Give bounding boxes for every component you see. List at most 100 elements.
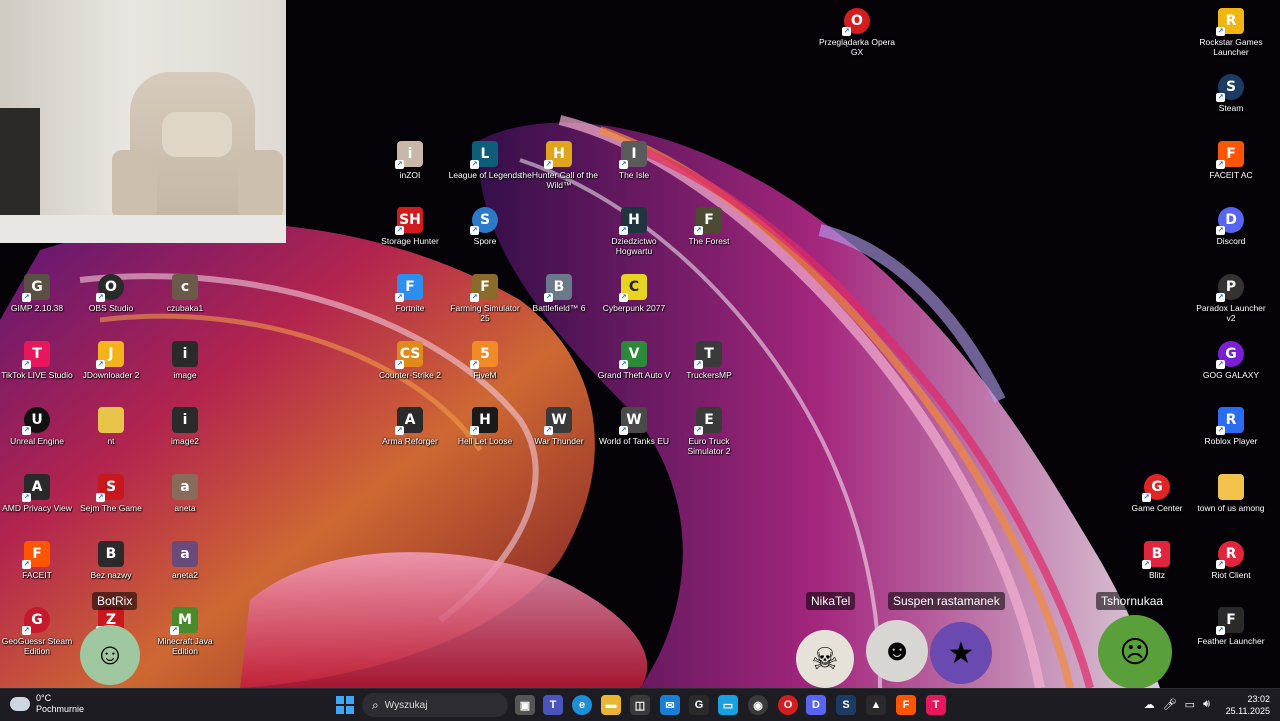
- steam-taskbar-icon[interactable]: S: [836, 695, 856, 715]
- desktop-icon-hogwarts[interactable]: H ↗ Dziedzictwo Hogwartu: [597, 203, 671, 265]
- desktop-icon-riot[interactable]: R ↗ Riot Client: [1194, 537, 1268, 599]
- taskbar-clock[interactable]: 23:02 25.11.2025: [1226, 693, 1270, 717]
- faceit-taskbar-icon[interactable]: F: [896, 695, 916, 715]
- minecraft-icon: M ↗: [170, 607, 198, 635]
- desktop-icon-gimp[interactable]: G ↗ GIMP 2.10.38: [0, 270, 74, 332]
- taskbar-search[interactable]: ⌕ Wyszukaj: [362, 693, 508, 717]
- desktop-icon-world-of-tanks[interactable]: W ↗ World of Tanks EU: [597, 403, 671, 465]
- desktop-icon-truckersmp[interactable]: T ↗ TruckersMP: [672, 337, 746, 399]
- desktop-icon-blitz[interactable]: B ↗ Blitz: [1120, 537, 1194, 599]
- desktop-icon-bez-nazwy[interactable]: B Bez nazwy: [74, 537, 148, 599]
- obs-taskbar-icon[interactable]: ◉: [748, 695, 768, 715]
- desktop-icon-rockstar[interactable]: R ↗ Rockstar Games Launcher: [1194, 4, 1268, 66]
- desktop-icon-the-forest[interactable]: F ↗ The Forest: [672, 203, 746, 265]
- desktop-icon-cyberpunk[interactable]: C ↗ Cyberpunk 2077: [597, 270, 671, 332]
- desktop-icon-cs2[interactable]: CS ↗ Counter-Strike 2: [373, 337, 447, 399]
- discord-taskbar-icon[interactable]: D: [806, 695, 826, 715]
- shortcut-arrow-icon: ↗: [619, 426, 628, 435]
- truckersmp-icon: T ↗: [694, 341, 722, 369]
- roblox-icon: R ↗: [1216, 407, 1244, 435]
- shortcut-arrow-icon: ↗: [395, 293, 404, 302]
- jdownloader-icon: J ↗: [96, 341, 124, 369]
- desktop-icon-arma[interactable]: A ↗ Arma Reforger: [373, 403, 447, 465]
- desktop-icon-spore[interactable]: S ↗ Spore: [448, 203, 522, 265]
- edge-icon[interactable]: e: [572, 695, 592, 715]
- desktop-icon-opera-gx[interactable]: O ↗ Przeglądarka Opera GX: [819, 4, 895, 66]
- teams-icon[interactable]: T: [543, 695, 563, 715]
- desktop-icon-czubaka1[interactable]: c czubaka1: [148, 270, 222, 332]
- gaming-app-icon[interactable]: G: [689, 695, 709, 715]
- discord-icon: D ↗: [1216, 207, 1244, 235]
- desktop-icon-battlefield[interactable]: B ↗ Battlefield™ 6: [522, 270, 596, 332]
- windows-logo-tile: [336, 706, 344, 714]
- desktop-icon-aneta[interactable]: a aneta: [148, 470, 222, 532]
- shortcut-arrow-icon: ↗: [1216, 160, 1225, 169]
- shortcut-arrow-icon: ↗: [96, 493, 105, 502]
- desktop-icon-faceit[interactable]: F ↗ FACEIT: [0, 537, 74, 599]
- desktop-icon-inzoi[interactable]: i ↗ inZOI: [373, 137, 447, 199]
- desktop-icon-minecraft[interactable]: M ↗ Minecraft Java Edition: [148, 603, 222, 665]
- desktop-icon-jdownloader[interactable]: J ↗ JDownloader 2: [74, 337, 148, 399]
- desktop-icon-steam[interactable]: S ↗ Steam: [1194, 70, 1268, 132]
- mail-icon[interactable]: ✉: [660, 695, 680, 715]
- desktop-icon-aneta2[interactable]: a aneta2: [148, 537, 222, 599]
- webcam-chair-arm-right: [238, 150, 283, 220]
- desktop-icon-geoguessr[interactable]: G ↗ GeoGuessr Steam Edition: [0, 603, 74, 665]
- webcam-door: [0, 108, 40, 228]
- clock-time: 23:02: [1247, 694, 1270, 704]
- desktop-icon-storage-hunter[interactable]: SH ↗ Storage Hunter: [373, 203, 447, 265]
- desktop-icon-the-isle[interactable]: I ↗ The Isle: [597, 137, 671, 199]
- volume-icon[interactable]: 🔊︎: [1203, 698, 1210, 711]
- sejm-game-icon: S ↗: [96, 474, 124, 502]
- desktop-icon-faceit-ac[interactable]: F ↗ FACEIT AC: [1194, 137, 1268, 199]
- desktop-icon-image[interactable]: i image: [148, 337, 222, 399]
- desktop-icon-fortnite[interactable]: F ↗ Fortnite: [373, 270, 447, 332]
- desktop-icon-paradox[interactable]: P ↗ Paradox Launcher v2: [1194, 270, 1268, 332]
- desktop-icon-gog[interactable]: G ↗ GOG GALAXY: [1194, 337, 1268, 399]
- stream-viewer-name-botrix: BotRix: [92, 592, 138, 610]
- desktop-icon-obs[interactable]: O ↗ OBS Studio: [74, 270, 148, 332]
- desktop-icon-town-of-us[interactable]: town of us among: [1194, 470, 1268, 532]
- shortcut-arrow-icon: ↗: [1216, 626, 1225, 635]
- desktop-icon-game-center[interactable]: G ↗ Game Center: [1120, 470, 1194, 532]
- microphone-icon[interactable]: 🎤︎: [1163, 698, 1177, 711]
- desktop-icon-gta-v[interactable]: V ↗ Grand Theft Auto V: [597, 337, 671, 399]
- shortcut-arrow-icon: ↗: [1142, 560, 1151, 569]
- desktop-icon-ets2[interactable]: E ↗ Euro Truck Simulator 2: [672, 403, 746, 465]
- app-window-icon[interactable]: ▭: [718, 695, 738, 715]
- sheep-avatar: ☻: [866, 620, 928, 682]
- desktop-icon-discord[interactable]: D ↗ Discord: [1194, 203, 1268, 265]
- desktop-icon-nt[interactable]: nt: [74, 403, 148, 465]
- file-explorer-icon[interactable]: ▬: [601, 695, 621, 715]
- image-file-icon: i: [172, 341, 198, 367]
- desktop-icon-feather[interactable]: F ↗ Feather Launcher: [1194, 603, 1268, 665]
- desktop-icon-sejm[interactable]: S ↗ Sejm The Game: [74, 470, 148, 532]
- desktop-icon-thehunter[interactable]: H ↗ theHunter Call of the Wild™: [520, 137, 598, 199]
- desktop-icon-image2[interactable]: i image2: [148, 403, 222, 465]
- unreal-engine-icon: U ↗: [22, 407, 50, 435]
- desktop-icon-amd-privacy[interactable]: A ↗ AMD Privacy View: [0, 470, 74, 532]
- paradox-icon: P ↗: [1216, 274, 1244, 302]
- desktop-icon-fivem[interactable]: 5 ↗ FiveM: [448, 337, 522, 399]
- start-button[interactable]: [336, 696, 354, 714]
- opera-gx-taskbar-icon[interactable]: O: [778, 695, 798, 715]
- app-taskbar-icon[interactable]: ▲: [866, 695, 886, 715]
- desktop-icon-hell-let-loose[interactable]: H ↗ Hell Let Loose: [448, 403, 522, 465]
- weather-widget[interactable]: 0°C Pochmurnie: [10, 693, 84, 715]
- desktop-icon-roblox[interactable]: R ↗ Roblox Player: [1194, 403, 1268, 465]
- cloud-sync-icon[interactable]: ☁: [1144, 698, 1155, 711]
- shortcut-arrow-icon: ↗: [96, 293, 105, 302]
- desktop-icon-unreal[interactable]: U ↗ Unreal Engine: [0, 403, 74, 465]
- desktop-icon-farming-sim[interactable]: F ↗ Farming Simulator 25: [448, 270, 522, 332]
- shortcut-arrow-icon: ↗: [22, 493, 31, 502]
- folder-icon: [98, 407, 124, 433]
- shortcut-arrow-icon: ↗: [619, 293, 628, 302]
- display-icon[interactable]: ▭: [1185, 698, 1195, 711]
- microsoft-store-icon[interactable]: ◫: [630, 695, 650, 715]
- tiktok-taskbar-icon[interactable]: T: [926, 695, 946, 715]
- desktop-icon-war-thunder[interactable]: W ↗ War Thunder: [522, 403, 596, 465]
- desktop-icon-league[interactable]: L ↗ League of Legends: [448, 137, 522, 199]
- desktop-icon-tiktok-live[interactable]: T ↗ TikTok LIVE Studio: [0, 337, 74, 399]
- geoguessr-icon: G ↗: [22, 607, 50, 635]
- task-view-icon[interactable]: ▣: [515, 695, 535, 715]
